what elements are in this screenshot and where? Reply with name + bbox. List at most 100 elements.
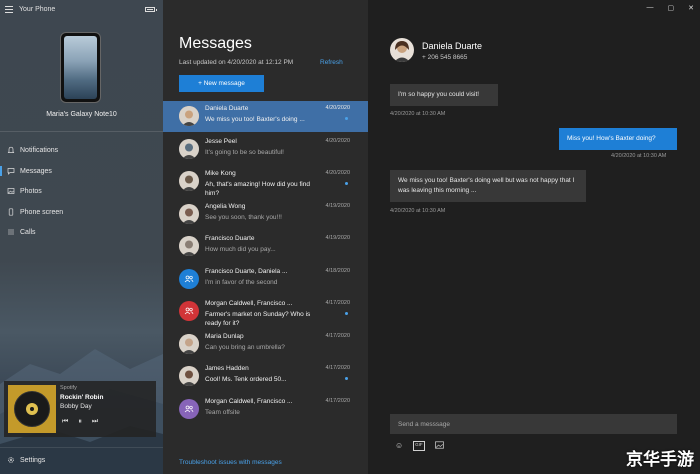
conversation-preview: See you soon, thank you!!! <box>205 213 282 221</box>
conversation-item[interactable]: Francisco Duarte How much did you pay... 4… <box>163 231 368 262</box>
troubleshoot-link[interactable]: Troubleshoot issues with messages <box>179 459 282 466</box>
avatar <box>179 138 199 159</box>
conversation-date: 4/20/2020 <box>325 170 350 176</box>
page-title: Messages <box>179 35 252 52</box>
pause-icon[interactable]: ⏸ <box>78 418 82 426</box>
group-avatar-icon <box>179 398 199 419</box>
unread-indicator <box>345 117 348 120</box>
contact-avatar <box>390 38 414 62</box>
group-avatar-icon <box>179 301 199 321</box>
avatar <box>179 333 199 354</box>
sidebar-item-label: Calls <box>20 228 36 236</box>
image-icon[interactable] <box>434 441 444 451</box>
image-icon <box>5 187 17 195</box>
battery-icon <box>145 7 157 12</box>
conversation-preview: Ah, that's amazing! How did you find him… <box>205 181 310 197</box>
song-artist: Bobby Day <box>60 403 92 410</box>
sidebar-item-label: Photos <box>20 187 42 195</box>
chat-icon <box>5 167 17 175</box>
conversation-name: Francisco Duarte <box>205 235 255 242</box>
sidebar-item-label: Messages <box>20 167 52 175</box>
conversation-item[interactable]: Francisco Duarte, Daniela ... I'm in favo… <box>163 264 368 295</box>
sidebar: Your Phone Maria's Galaxy Note10 Notific… <box>0 0 163 474</box>
bell-icon <box>5 146 17 154</box>
conversation-date: 4/20/2020 <box>325 137 350 144</box>
conversation-item[interactable]: Maria Dunlap Can you bring an umbrella? 4/… <box>163 329 368 360</box>
gear-icon <box>5 456 17 464</box>
media-player: Spotify Rockin' Robin Bobby Day ⏮ ⏸ ⏭ <box>4 381 156 437</box>
conversation-item[interactable]: Jesse Peel It's going to be so beautiful!… <box>163 134 368 165</box>
conversation-item[interactable]: Morgan Caldwell, Francisco ... Farmer's m… <box>163 296 368 327</box>
conversation-name: Jesse Peel <box>205 137 237 145</box>
conversation-date: 4/17/2020 <box>325 300 350 306</box>
conversation-preview: Can you bring an umbrella? <box>205 343 285 351</box>
album-art <box>8 385 56 433</box>
sidebar-item-notifications[interactable]: Notifications <box>0 140 163 160</box>
app-title: Your Phone <box>19 6 56 13</box>
contact-name: Daniela Duarte <box>422 41 483 51</box>
message-bubble-incoming: I'm so happy you could visit! <box>390 84 498 106</box>
sidebar-item-calls[interactable]: Calls <box>0 222 163 242</box>
conversation-preview: Team offsite <box>205 408 240 416</box>
conversation-preview: How much did you pay... <box>205 246 276 253</box>
device-name: Maria's Galaxy Note10 <box>46 111 117 118</box>
avatar <box>179 366 199 386</box>
conversation-name: Daniela Duarte <box>205 105 249 112</box>
settings-label: Settings <box>20 456 46 464</box>
unread-indicator <box>345 312 348 315</box>
settings-button[interactable]: Settings <box>0 450 163 470</box>
conversation-preview: We miss you too! Baxter's doing ... <box>205 116 305 123</box>
unread-indicator <box>345 377 348 380</box>
conversation-item[interactable]: Mike Kong Ah, that's amazing! How did you… <box>163 166 368 197</box>
conversation-preview: Farmer's market on Sunday? Who is ready … <box>205 311 311 327</box>
conversation-date: 4/19/2020 <box>325 202 350 209</box>
unread-indicator <box>345 182 348 185</box>
watermark: 京华手游 <box>626 450 694 470</box>
conversation-date: 4/17/2020 <box>325 332 350 339</box>
conversation-item[interactable]: Morgan Caldwell, Francisco ... Team offsi… <box>163 394 368 425</box>
gif-icon[interactable]: GIF <box>413 441 425 451</box>
divider <box>0 447 163 448</box>
message-bubble-outgoing: Miss you! How's Baxter doing? <box>559 128 677 150</box>
maximize-icon[interactable]: ▢ <box>668 4 675 12</box>
message-timestamp: 4/20/2020 at 10:30 AM <box>390 208 446 214</box>
conversation-name: Morgan Caldwell, Francisco ... <box>205 300 293 307</box>
conversation-date: 4/19/2020 <box>325 235 350 241</box>
minimize-icon[interactable]: — <box>647 4 654 12</box>
avatar <box>179 106 199 126</box>
conversation-item[interactable]: Angelia Wong See you soon, thank you!!! 4/… <box>163 199 368 230</box>
sidebar-item-photos[interactable]: Photos <box>0 181 163 201</box>
conversation-item[interactable]: James Hadden Cool! Ms. Tenk ordered 50...… <box>163 361 368 392</box>
new-message-button[interactable]: + New message <box>179 75 264 92</box>
window-controls: — ▢ ✕ <box>647 4 695 12</box>
conversation-name: James Hadden <box>205 365 249 372</box>
messages-list-panel: Messages Last updated on 4/20/2020 at 12… <box>163 0 368 474</box>
message-bubble-incoming: We miss you too! Baxter's doing well but… <box>390 170 586 202</box>
hamburger-menu-icon[interactable] <box>5 6 13 14</box>
conversation-preview: It's going to be so beautiful! <box>205 148 284 156</box>
message-input[interactable]: Send a messsage <box>390 414 677 434</box>
last-updated-text: Last updated on 4/20/2020 at 12:12 PM <box>179 59 294 66</box>
media-source: Spotify <box>60 385 77 391</box>
conversation-name: Angelia Wong <box>205 202 246 210</box>
conversation-item[interactable]: Daniela Duarte We miss you too! Baxter's … <box>163 101 368 132</box>
close-icon[interactable]: ✕ <box>688 4 694 12</box>
message-input-placeholder: Send a messsage <box>398 420 451 428</box>
sidebar-item-label: Notifications <box>20 146 59 154</box>
phone-screen-icon <box>5 208 17 216</box>
dialpad-icon <box>5 228 17 236</box>
conversation-date: 4/18/2020 <box>325 267 350 274</box>
conversation-preview: Cool! Ms. Tenk ordered 50... <box>205 376 287 383</box>
emoji-icon[interactable]: ☺ <box>395 441 403 451</box>
conversation-name: Francisco Duarte, Daniela ... <box>205 267 288 275</box>
sidebar-item-phone-screen[interactable]: Phone screen <box>0 202 163 222</box>
sidebar-item-messages[interactable]: Messages <box>0 161 163 181</box>
composer-toolbar: ☺ GIF <box>395 441 444 451</box>
next-track-icon[interactable]: ⏭ <box>92 418 98 426</box>
conversation-name: Mike Kong <box>205 170 236 177</box>
previous-track-icon[interactable]: ⏮ <box>62 418 68 426</box>
message-timestamp: 4/20/2020 at 10:30 AM <box>390 111 446 117</box>
sidebar-item-label: Phone screen <box>20 208 64 216</box>
refresh-link[interactable]: Refresh <box>320 59 343 66</box>
conversation-panel: — ▢ ✕ Daniela Duarte + 206 545 8665 I'm … <box>368 0 700 474</box>
